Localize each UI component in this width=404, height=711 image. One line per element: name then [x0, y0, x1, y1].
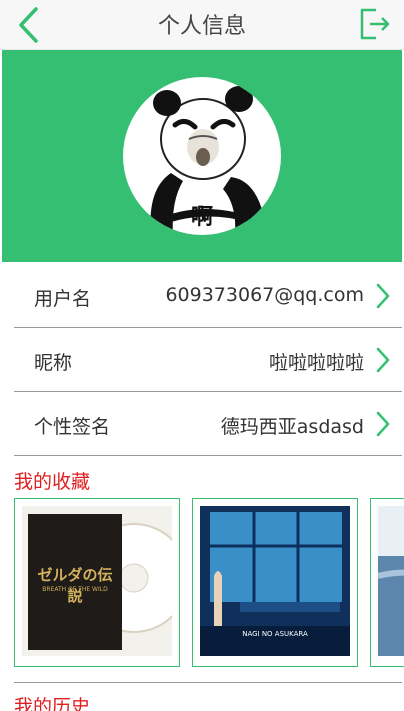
logout-icon	[360, 8, 390, 40]
row-value: 啦啦啦啦啦	[268, 352, 364, 374]
row-signature[interactable]: 个性签名 德玛西亚asdasd	[14, 392, 402, 456]
favorite-item[interactable]: NAGI NO ASUKARA	[192, 498, 358, 667]
logout-button[interactable]	[358, 6, 392, 42]
cover-title: ゼルダの伝説	[37, 566, 113, 605]
favorites-list: ゼルダの伝説 BREATH OF THE WILD NAGI NO ASUKAR…	[14, 498, 404, 668]
row-nickname[interactable]: 昵称 啦啦啦啦啦	[14, 328, 402, 392]
chevron-right-icon	[376, 411, 390, 437]
favorite-cover	[378, 506, 404, 656]
row-value: 609373067@qq.com	[165, 284, 364, 306]
favorite-item[interactable]	[370, 498, 404, 667]
cover-title: NAGI NO ASUKARA	[242, 630, 308, 638]
profile-banner: 啊	[2, 50, 402, 262]
avatar-caption: 啊	[190, 205, 213, 230]
avatar[interactable]: 啊	[123, 77, 281, 235]
chevron-right-icon	[376, 347, 390, 373]
chevron-right-icon	[376, 283, 390, 309]
favorites-title: 我的收藏	[14, 471, 91, 493]
page-title: 个人信息	[157, 14, 246, 39]
row-label: 用户名	[34, 288, 92, 310]
divider	[14, 682, 402, 683]
album-cover-image	[378, 506, 404, 656]
row-label: 昵称	[34, 352, 73, 374]
row-username[interactable]: 用户名 609373067@qq.com	[14, 264, 402, 328]
favorite-cover: NAGI NO ASUKARA	[200, 506, 350, 656]
favorite-item[interactable]: ゼルダの伝説 BREATH OF THE WILD	[14, 498, 180, 667]
row-value: 德玛西亚asdasd	[220, 416, 364, 438]
favorite-cover: ゼルダの伝説 BREATH OF THE WILD	[22, 506, 172, 656]
cover-subtitle: BREATH OF THE WILD	[42, 586, 108, 593]
row-label: 个性签名	[34, 416, 111, 438]
history-title: 我的历史	[14, 696, 91, 711]
header-bar: 个人信息	[0, 0, 404, 50]
